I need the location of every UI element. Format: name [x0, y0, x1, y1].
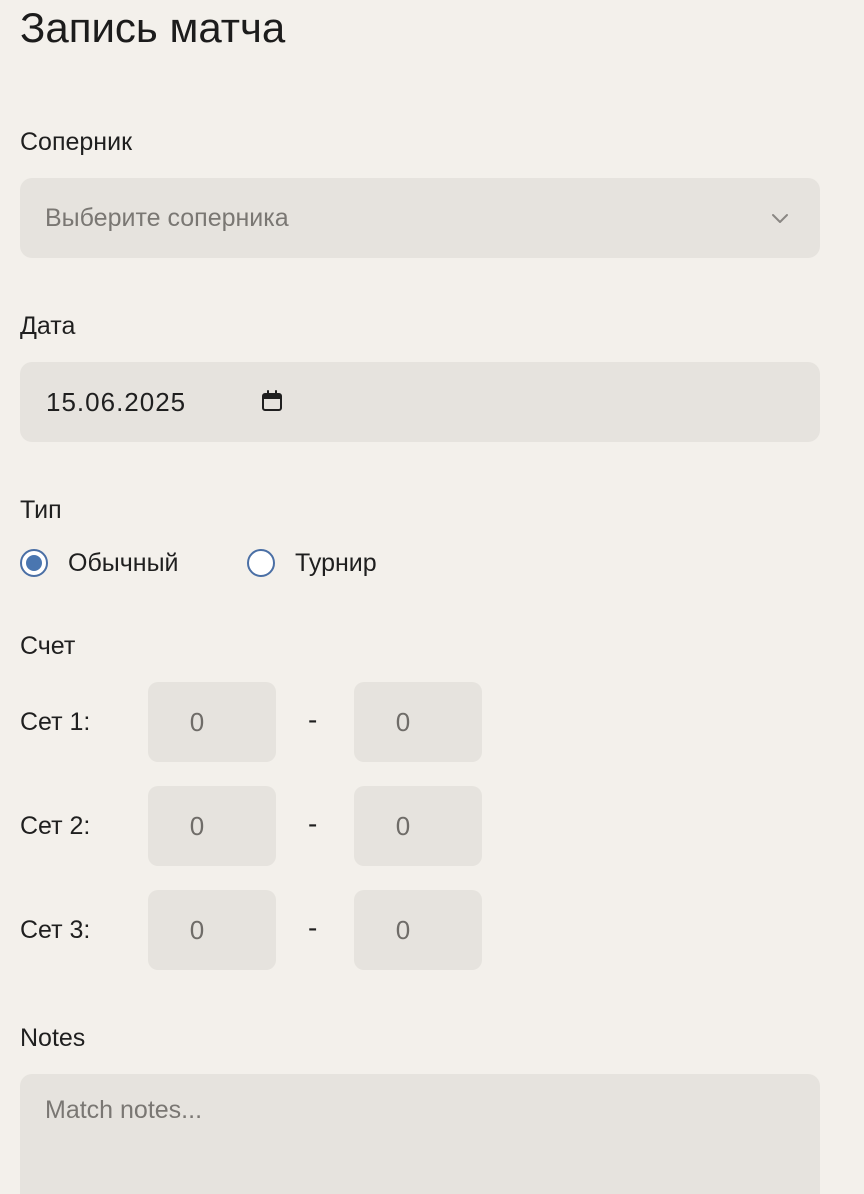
set-3-opponent-score-input[interactable]: 0: [354, 890, 482, 970]
notes-label: Notes: [20, 1024, 86, 1052]
radio-checked[interactable]: [20, 549, 48, 577]
set-2-opponent-score-input[interactable]: 0: [354, 786, 482, 866]
date-field[interactable]: 15.06.2025: [20, 362, 820, 442]
score-separator: -: [308, 704, 318, 735]
date-value: 15.06.2025: [46, 387, 187, 417]
set-row: Сет 1: 0 - 0: [20, 682, 500, 762]
score-separator: -: [308, 912, 318, 943]
set-1-player-score-input[interactable]: 0: [148, 682, 276, 762]
type-label: Тип: [20, 496, 62, 524]
notes-textarea[interactable]: Match notes...: [20, 1074, 820, 1194]
set-row: Сет 3: 0 - 0: [20, 890, 500, 970]
set-label: Сет 1:: [20, 708, 91, 736]
opponent-select[interactable]: Выберите соперника: [20, 178, 820, 258]
set-3-player-score-input[interactable]: 0: [148, 890, 276, 970]
score-label: Счет: [20, 632, 76, 660]
page-title: Запись матча: [20, 4, 286, 51]
match-record-page: Запись матча Соперник Выберите соперника…: [0, 0, 864, 1194]
set-1-opponent-score-input[interactable]: 0: [354, 682, 482, 762]
type-option-regular[interactable]: Обычный: [20, 545, 179, 581]
score-separator: -: [308, 808, 318, 839]
set-label: Сет 2:: [20, 812, 91, 840]
type-radio-group: Обычный Турнир: [20, 545, 620, 581]
set-2-player-score-input[interactable]: 0: [148, 786, 276, 866]
type-option-tournament-label: Турнир: [295, 548, 377, 577]
type-option-regular-label: Обычный: [68, 548, 179, 577]
opponent-select-placeholder: Выберите соперника: [45, 204, 289, 232]
notes-placeholder: Match notes...: [45, 1096, 203, 1124]
chevron-down-icon: [772, 214, 788, 223]
radio-unchecked[interactable]: [247, 549, 275, 577]
calendar-icon[interactable]: [260, 389, 284, 413]
type-option-tournament[interactable]: Турнир: [247, 545, 377, 581]
set-row: Сет 2: 0 - 0: [20, 786, 500, 866]
opponent-label: Соперник: [20, 128, 133, 156]
date-label: Дата: [20, 312, 76, 340]
set-label: Сет 3:: [20, 916, 91, 944]
